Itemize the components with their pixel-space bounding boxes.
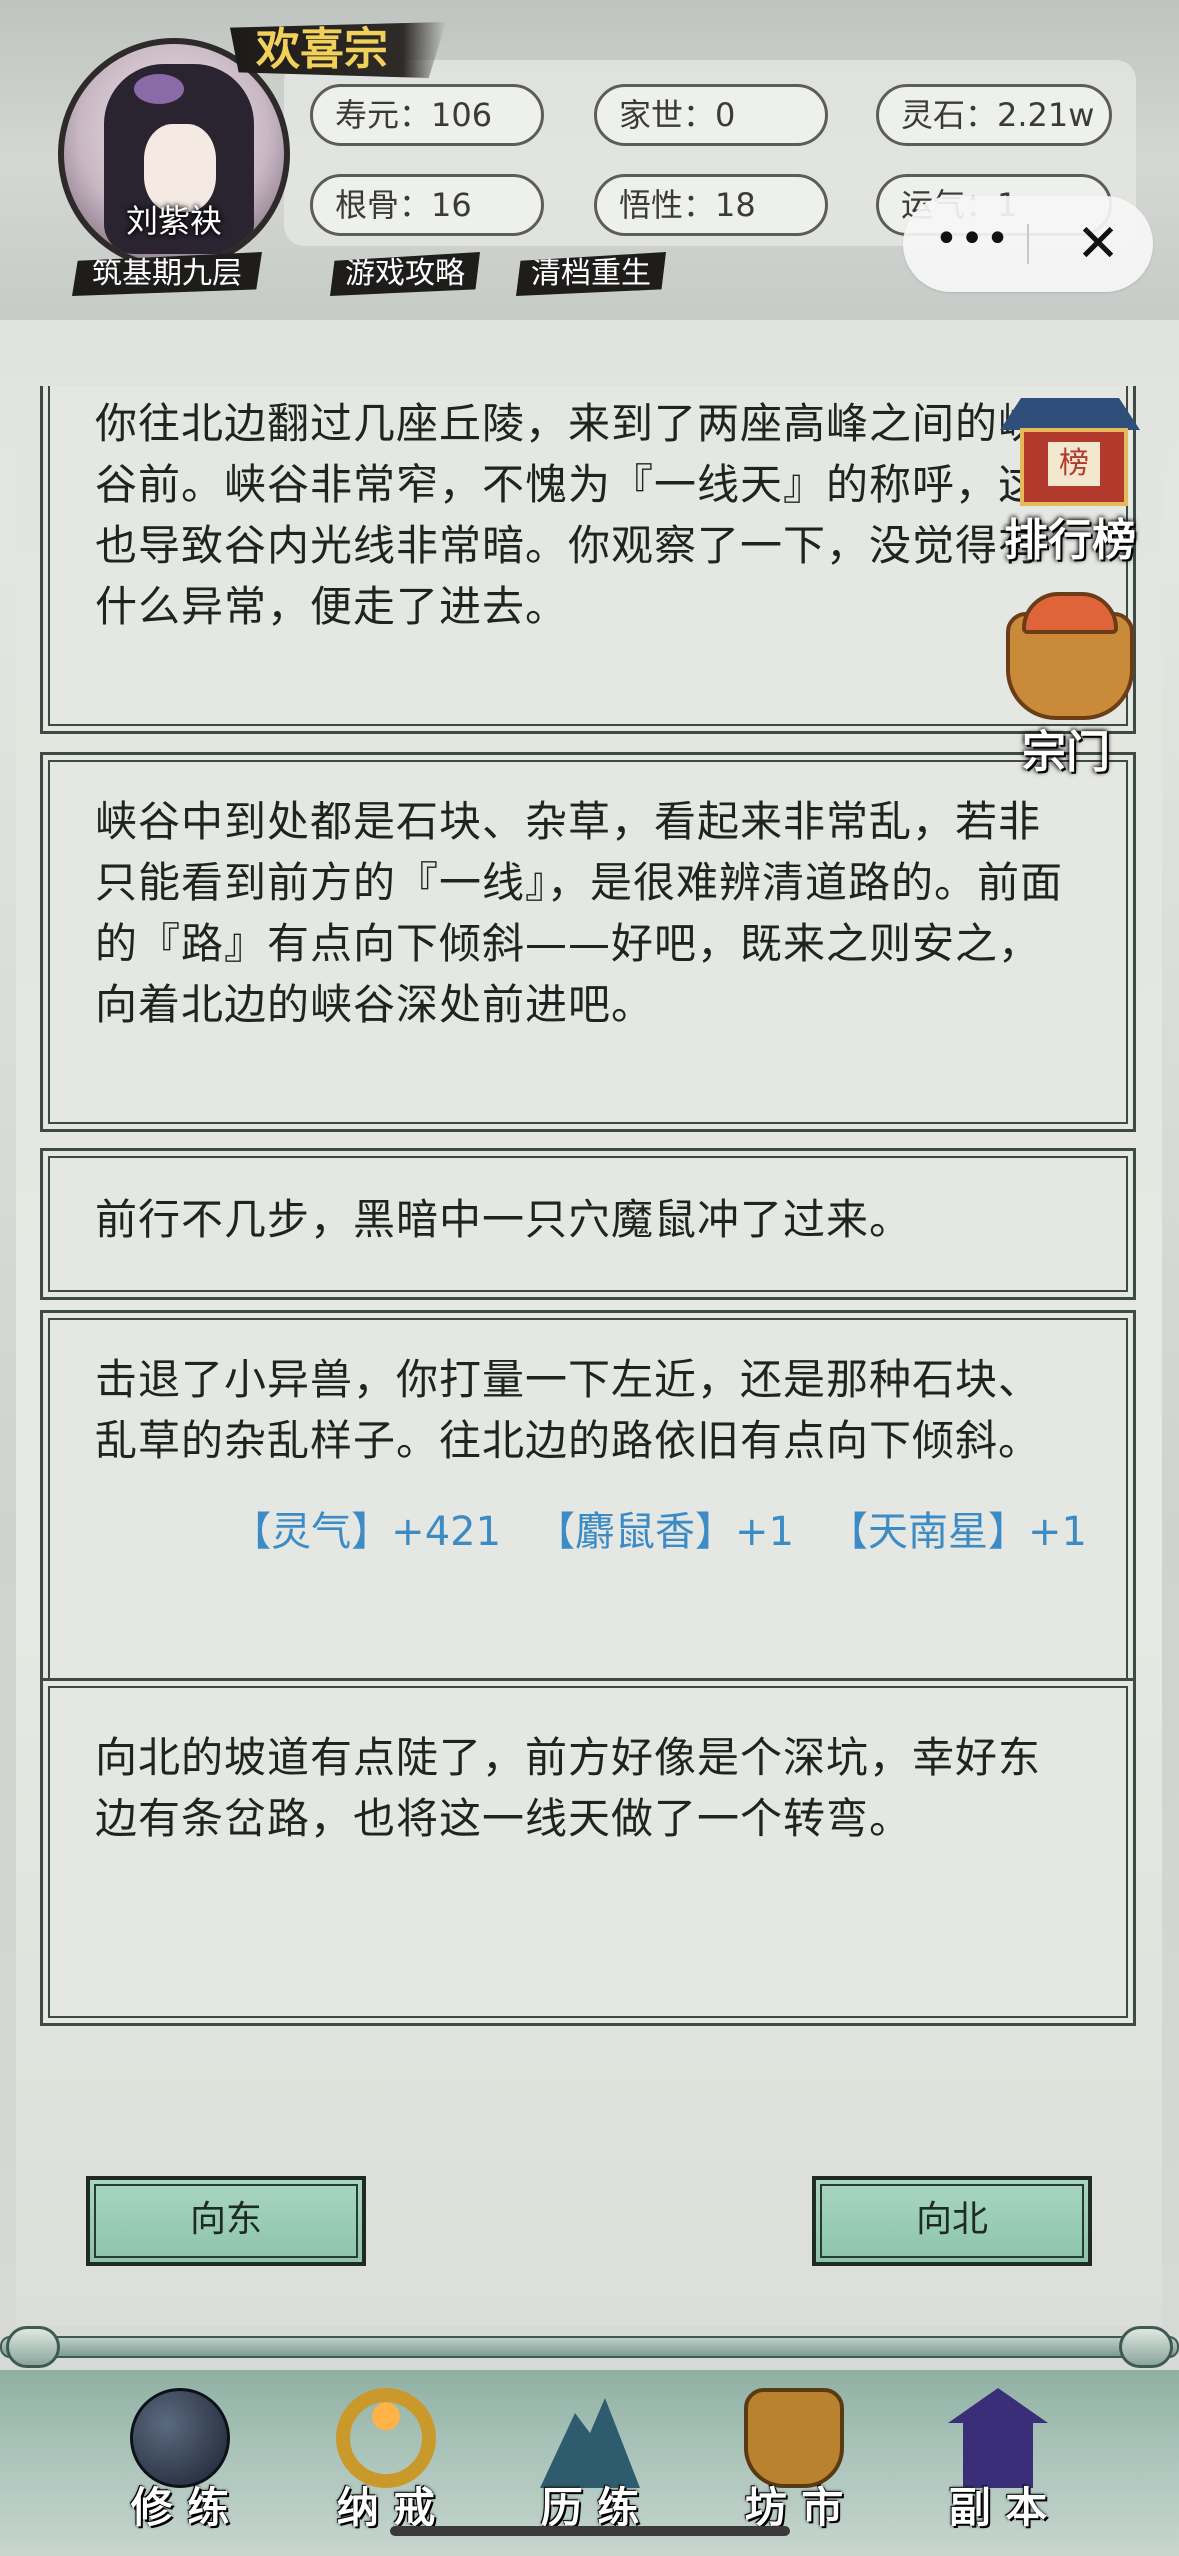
reset-rebirth-button[interactable]: 清档重生: [516, 252, 666, 296]
story-card: 击退了小异兽，你打量一下左近，还是那种石块、乱草的杂乱样子。往北边的路依旧有点向…: [40, 1310, 1136, 1712]
stat-spirit-stones: 灵石：2.21w: [876, 84, 1112, 146]
reward-item: 【灵气】+421: [231, 1509, 502, 1555]
rod-cap-left: [6, 2326, 60, 2368]
sect-lid-icon: [1022, 592, 1118, 634]
stat-family: 家世：0: [594, 84, 828, 146]
leaderboard-label: 排行榜: [1004, 515, 1136, 566]
reward-item: 【天南星】+1: [828, 1509, 1087, 1555]
yin-yang-icon: [130, 2388, 230, 2488]
rod-cap-right: [1119, 2326, 1173, 2368]
nav-item-dungeon[interactable]: 副 本: [898, 2370, 1098, 2556]
stat-comprehension: 悟性：18: [594, 174, 828, 236]
mountain-icon: [540, 2398, 640, 2488]
character-name: 刘紫袂: [125, 202, 222, 240]
pavilion-icon: [948, 2388, 1048, 2488]
story-text: 峡谷中到处都是石块、杂草，看起来非常乱，若非只能看到前方的『一线』，是很难辨清道…: [95, 797, 1064, 1029]
story-text: 你往北边翻过几座丘陵，来到了两座高峰之间的峡谷前。峡谷非常窄，不愧为『一线天』的…: [95, 399, 1042, 631]
capsule-divider: [1027, 224, 1029, 264]
stat-lifespan: 寿元：106: [310, 84, 544, 146]
sect-button[interactable]: 宗门: [986, 592, 1146, 778]
sect-name: 欢喜宗: [230, 22, 446, 78]
reward-item: 【麝鼠香】+1: [535, 1509, 795, 1555]
nav-item-label: 副 本: [948, 2483, 1048, 2532]
story-text: 击退了小异兽，你打量一下左近，还是那种石块、乱草的杂乱样子。往北边的路依旧有点向…: [95, 1355, 1042, 1465]
pavilion-roof-icon: [1000, 398, 1140, 430]
story-text: 前行不几步，黑暗中一只穴魔鼠冲了过来。: [95, 1195, 913, 1244]
leaderboard-button[interactable]: 榜 排行榜: [990, 386, 1150, 566]
cultivation-realm: 筑基期九层: [72, 252, 262, 296]
story-card: 向北的坡道有点陡了，前方好像是个深坑，幸好东边有条岔路，也将这一线天做了一个转弯…: [40, 1678, 1136, 2026]
stat-bone: 根骨：16: [310, 174, 544, 236]
story-card: 峡谷中到处都是石块、杂草，看起来非常乱，若非只能看到前方的『一线』，是很难辨清道…: [40, 752, 1136, 1132]
more-options-icon[interactable]: •••: [933, 196, 1013, 292]
game-guide-button[interactable]: 游戏攻略: [330, 252, 480, 296]
story-text: 向北的坡道有点陡了，前方好像是个深坑，幸好东边有条岔路，也将这一线天做了一个转弯…: [95, 1733, 1042, 1843]
ring-icon: [336, 2388, 436, 2488]
story-card: 你往北边翻过几座丘陵，来到了两座高峰之间的峡谷前。峡谷非常窄，不愧为『一线天』的…: [40, 386, 1136, 734]
cauldron-icon: [744, 2388, 844, 2488]
nav-item-cultivate[interactable]: 修 练: [80, 2370, 280, 2556]
home-indicator[interactable]: [390, 2526, 790, 2536]
hair-flower-icon: [134, 74, 184, 104]
profile-header: 刘紫袂 欢喜宗 筑基期九层 游戏攻略 清档重生 寿元：106 家世：0 灵石：2…: [0, 0, 1179, 320]
sect-label: 宗门: [1022, 727, 1110, 778]
miniprogram-capsule: ••• ✕: [903, 196, 1153, 292]
go-east-button[interactable]: 向东: [86, 2176, 366, 2266]
story-card: 前行不几步，黑暗中一只穴魔鼠冲了过来。: [40, 1148, 1136, 1300]
leaderboard-icon: 榜: [1020, 428, 1128, 506]
go-north-button[interactable]: 向北: [812, 2176, 1092, 2266]
close-icon[interactable]: ✕: [1043, 196, 1153, 292]
nav-item-label: 修 练: [130, 2483, 230, 2532]
reward-list: 【灵气】+421 【麝鼠香】+1 【天南星】+1: [43, 1471, 1133, 1557]
scroll-rod-divider: [0, 2322, 1179, 2370]
